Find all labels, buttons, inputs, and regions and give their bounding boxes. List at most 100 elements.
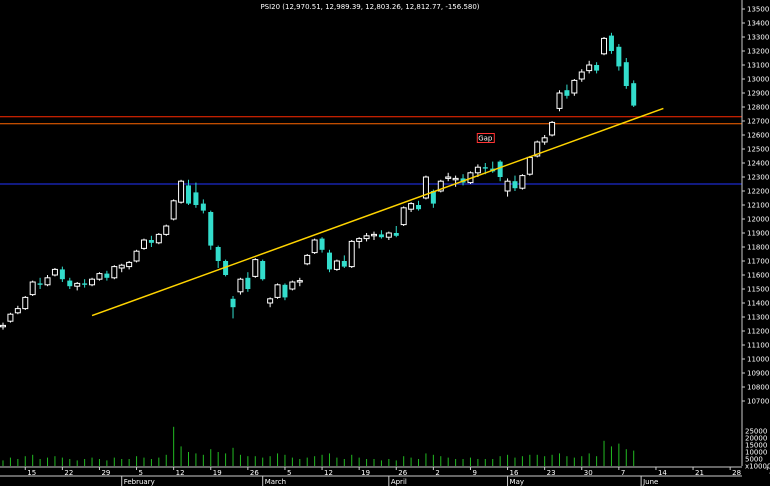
price-tick-label: 11500 xyxy=(747,286,769,294)
candle-body xyxy=(519,175,526,189)
candle-body xyxy=(623,62,629,86)
candle-body xyxy=(385,232,392,238)
candle-body xyxy=(252,259,259,277)
candle-body xyxy=(363,235,370,240)
candle-body xyxy=(564,90,570,96)
day-tick-label: 7 xyxy=(621,469,625,477)
candle-body xyxy=(22,296,29,310)
price-tick-label: 12300 xyxy=(747,174,769,182)
candle-body xyxy=(186,185,191,204)
candle-body xyxy=(104,273,110,278)
day-tick-label: 9 xyxy=(472,469,476,477)
day-tick-label: 26 xyxy=(250,469,259,477)
candle-body xyxy=(371,233,377,237)
candle-body xyxy=(319,238,325,250)
day-tick-label: 2 xyxy=(435,469,439,477)
price-tick-label: 12500 xyxy=(747,146,769,154)
price-tick-label: 12800 xyxy=(747,104,769,112)
day-tick-label: 12 xyxy=(176,469,185,477)
month-tick-label: June xyxy=(642,478,658,486)
candle-body xyxy=(393,233,399,236)
price-tick-label: 10700 xyxy=(747,398,769,406)
candle-body xyxy=(601,37,608,55)
candle-body xyxy=(333,260,340,270)
candle-body xyxy=(549,121,556,136)
candle-body xyxy=(74,282,81,287)
day-tick-label: 12 xyxy=(324,469,333,477)
candle-body xyxy=(89,278,96,286)
price-tick-label: 11600 xyxy=(747,272,769,280)
day-tick-label: 26 xyxy=(398,469,407,477)
candle-body xyxy=(200,203,206,211)
candle-body xyxy=(14,308,21,314)
day-tick-label: 5 xyxy=(287,469,291,477)
candle-body xyxy=(526,156,533,175)
day-tick-label: 30 xyxy=(584,469,593,477)
candle-body xyxy=(0,324,6,328)
candle-body xyxy=(616,46,622,67)
price-tick-label: 13500 xyxy=(747,6,769,14)
candle-body xyxy=(556,92,563,109)
candle-body xyxy=(140,239,147,249)
day-tick-label: 16 xyxy=(510,469,519,477)
candle-body xyxy=(378,234,384,238)
candle-body xyxy=(193,192,199,205)
chart-title: PSI20 (12,970.51, 12,989.39, 12,803.26, … xyxy=(260,3,479,11)
price-tick-label: 11700 xyxy=(747,258,769,266)
candle-body xyxy=(133,250,140,262)
price-tick-label: 12200 xyxy=(747,188,769,196)
day-tick-label: 28 xyxy=(732,469,741,477)
price-tick-label: 12400 xyxy=(747,160,769,168)
candle-body xyxy=(96,273,103,280)
candle-body xyxy=(474,166,481,174)
price-tick-label: 13400 xyxy=(747,20,769,28)
candle-body xyxy=(260,261,266,280)
candle-body xyxy=(148,240,154,243)
candle-body xyxy=(594,65,600,71)
price-tick-label: 10900 xyxy=(747,370,769,378)
price-tick-label: 13200 xyxy=(747,48,769,56)
candle-body xyxy=(59,269,65,280)
candle-body xyxy=(82,283,88,285)
candle-body xyxy=(608,35,614,51)
price-tick-label: 13300 xyxy=(747,34,769,42)
candle-body xyxy=(237,278,244,293)
day-tick-label: 15 xyxy=(27,469,36,477)
candle-body xyxy=(304,254,311,265)
day-tick-label: 21 xyxy=(695,469,704,477)
price-tick-label: 12700 xyxy=(747,118,769,126)
candle-body xyxy=(208,212,214,246)
candle-body xyxy=(289,281,296,290)
price-tick-label: 11200 xyxy=(747,328,769,336)
candle-body xyxy=(163,225,170,235)
price-tick-label: 10800 xyxy=(747,384,769,392)
candle-body xyxy=(408,203,415,210)
candle-body xyxy=(37,283,43,285)
month-tick-label: May xyxy=(510,478,524,486)
candle-body xyxy=(497,161,503,177)
candle-body xyxy=(341,261,347,267)
day-tick-label: 23 xyxy=(547,469,556,477)
candle-body xyxy=(111,266,118,279)
gap-annotation-label: Gap xyxy=(478,135,493,143)
candle-body xyxy=(416,205,422,210)
candle-body xyxy=(348,240,355,268)
candle-body xyxy=(267,298,274,304)
month-tick-label: March xyxy=(265,478,286,486)
candle-body xyxy=(29,281,36,296)
price-tick-label: 11000 xyxy=(747,356,769,364)
candle-body xyxy=(7,313,14,322)
day-tick-label: 22 xyxy=(64,469,73,477)
candle-body xyxy=(512,181,518,189)
price-tick-label: 11400 xyxy=(747,300,769,308)
price-tick-label: 11300 xyxy=(747,314,769,322)
candle-body xyxy=(296,280,303,283)
price-tick-label: 13000 xyxy=(747,76,769,84)
candle-body xyxy=(482,167,488,169)
price-tick-label: 12000 xyxy=(747,216,769,224)
price-tick-label: 11900 xyxy=(747,230,769,238)
day-tick-label: 14 xyxy=(658,469,667,477)
day-tick-label: 29 xyxy=(101,469,110,477)
candle-body xyxy=(571,79,578,94)
day-tick-label: 5 xyxy=(139,469,143,477)
